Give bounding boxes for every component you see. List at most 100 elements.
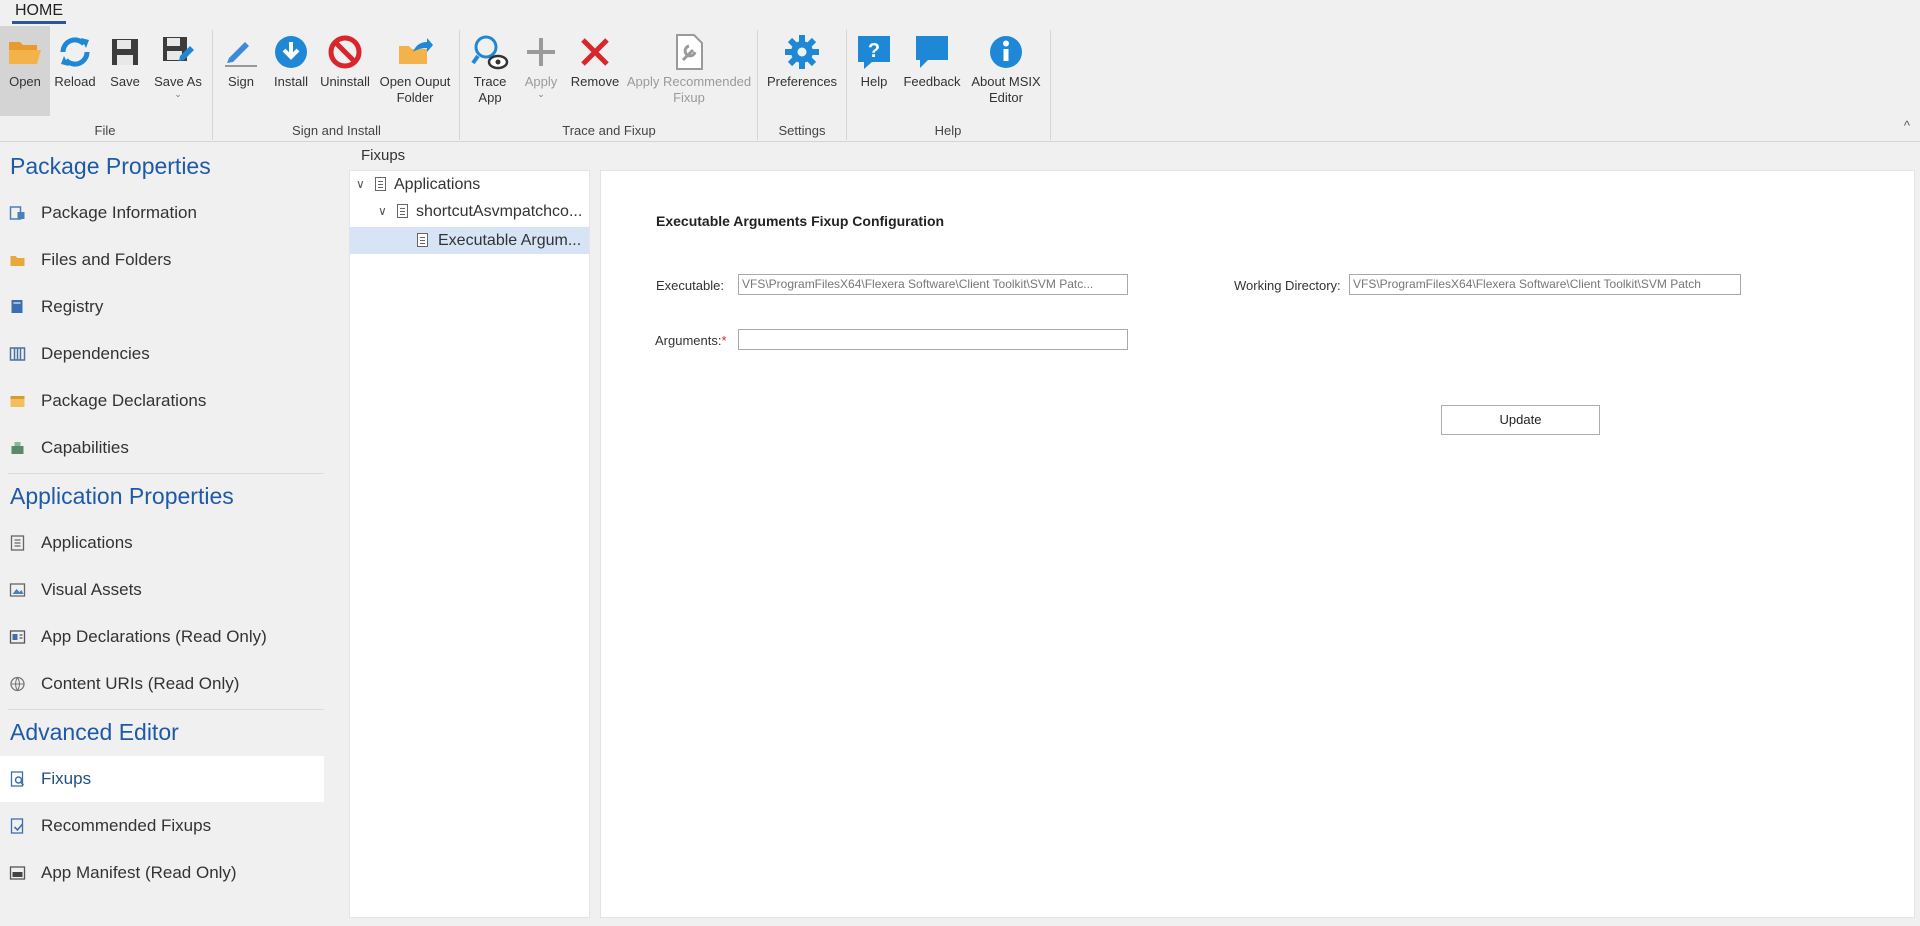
nav-item-dependencies[interactable]: Dependencies <box>0 331 324 377</box>
install-button[interactable]: Install <box>268 26 314 116</box>
help-button[interactable]: ? Help <box>852 26 896 116</box>
nav-item-package-information[interactable]: Package Information <box>0 190 324 236</box>
dependencies-icon <box>9 347 26 361</box>
apply-rec-label-line1: Apply Recommended <box>626 74 752 89</box>
help-label: Help <box>860 74 888 89</box>
folder-icon <box>10 256 25 266</box>
nav-item-label: Content URIs (Read Only) <box>41 674 240 693</box>
nav-item-content-uris[interactable]: Content URIs (Read Only) <box>0 661 324 707</box>
open-button[interactable]: Open <box>0 26 50 116</box>
document-icon <box>375 177 386 191</box>
nav-item-registry[interactable]: Registry <box>0 284 324 330</box>
preferences-button[interactable]: Preferences <box>763 26 841 116</box>
nav-item-label: Files and Folders <box>41 250 172 269</box>
nav-item-recommended-fixups[interactable]: Recommended Fixups <box>0 803 324 849</box>
preferences-label: Preferences <box>766 74 838 89</box>
executable-field[interactable]: VFS\ProgramFilesX64\Flexera Software\Cli… <box>738 274 1128 295</box>
sign-button[interactable]: Sign <box>218 26 264 116</box>
update-button[interactable]: Update <box>1441 405 1600 435</box>
executable-label: Executable: <box>656 278 724 293</box>
group-label-trace-fixup: Trace and Fixup <box>562 123 656 138</box>
tree-node-applications[interactable]: ∨ Applications <box>350 171 589 198</box>
feedback-button[interactable]: Feedback <box>900 26 964 116</box>
chevron-down-icon[interactable]: ∨ <box>356 171 365 198</box>
uninstall-icon <box>328 35 362 69</box>
reload-icon <box>60 37 90 67</box>
ribbon: Open Reload Save Save As ⌄ File Sign Ins… <box>0 26 1920 142</box>
group-divider <box>459 30 460 140</box>
globe-icon <box>10 676 25 692</box>
reload-button[interactable]: Reload <box>52 26 98 116</box>
required-marker: * <box>721 333 727 348</box>
remove-button[interactable]: Remove <box>567 26 623 116</box>
recommended-fixups-icon <box>10 818 24 834</box>
open-output-folder-icon <box>399 38 433 64</box>
panel-title: Fixups <box>361 147 406 164</box>
install-label: Install <box>274 74 308 89</box>
nav-item-visual-assets[interactable]: Visual Assets <box>0 567 324 613</box>
nav-item-label: Visual Assets <box>41 580 142 599</box>
group-label-sign-install: Sign and Install <box>292 123 381 138</box>
apply-label: Apply <box>524 74 558 89</box>
open-output-folder-button[interactable]: Open Ouput Folder <box>376 26 454 116</box>
visual-assets-icon <box>9 583 26 597</box>
apply-recommended-fixup-button[interactable]: Apply Recommended Fixup <box>625 26 753 116</box>
left-navigation: Package Properties Package Information F… <box>0 143 345 926</box>
tree-node-shortcut[interactable]: ∨ shortcutAsvmpatchco... <box>350 198 589 225</box>
chevron-down-icon: ⌄ <box>537 89 545 99</box>
open-output-label-line1: Open Ouput <box>379 74 451 89</box>
arguments-label: Arguments:* <box>655 333 727 348</box>
fixups-icon <box>10 771 25 787</box>
ribbon-tab-bar: HOME <box>0 0 1920 26</box>
nav-item-app-declarations[interactable]: App Declarations (Read Only) <box>0 614 324 660</box>
nav-item-applications[interactable]: Applications <box>0 520 324 566</box>
ribbon-group-help: ? Help Feedback About MSIX Editor Help <box>848 26 1048 142</box>
group-divider <box>757 30 758 140</box>
trace-app-button[interactable]: Trace App <box>463 26 517 116</box>
group-label-help: Help <box>934 123 962 138</box>
open-output-label-line2: Folder <box>396 90 434 105</box>
feedback-label: Feedback <box>903 74 961 89</box>
nav-item-label: Recommended Fixups <box>41 816 212 835</box>
arguments-input[interactable] <box>738 329 1128 350</box>
nav-item-label: Fixups <box>41 769 92 788</box>
tab-home[interactable]: HOME <box>12 0 66 24</box>
nav-header-application-properties: Application Properties <box>10 483 234 509</box>
reload-label: Reload <box>54 74 96 89</box>
sign-pen-icon <box>225 42 257 67</box>
package-info-icon <box>9 206 25 220</box>
group-divider <box>846 30 847 140</box>
nav-item-label: Dependencies <box>41 344 150 363</box>
nav-item-capabilities[interactable]: Capabilities <box>0 425 324 471</box>
config-title: Executable Arguments Fixup Configuration <box>656 213 945 229</box>
ribbon-group-file: Open Reload Save Save As ⌄ File <box>0 26 210 142</box>
nav-item-files-and-folders[interactable]: Files and Folders <box>0 237 324 283</box>
about-button[interactable]: About MSIX Editor <box>968 26 1044 116</box>
tree-node-label: Executable Argum... <box>438 232 582 249</box>
sign-label: Sign <box>227 74 255 89</box>
nav-item-package-declarations[interactable]: Package Declarations <box>0 378 324 424</box>
uninstall-button[interactable]: Uninstall <box>318 26 372 116</box>
save-button[interactable]: Save <box>102 26 148 116</box>
app-declarations-icon <box>9 630 26 644</box>
nav-item-app-manifest[interactable]: App Manifest (Read Only) <box>0 850 324 896</box>
group-label-settings: Settings <box>778 123 826 138</box>
install-icon <box>275 36 307 68</box>
working-directory-field[interactable]: VFS\ProgramFilesX64\Flexera Software\Cli… <box>1349 274 1741 295</box>
chevron-down-icon: ⌄ <box>174 89 182 99</box>
ribbon-group-trace-fixup: Trace App Apply ⌄ Remove Apply Recommend… <box>461 26 757 142</box>
apply-button[interactable]: Apply ⌄ <box>519 26 563 116</box>
document-icon <box>417 233 428 247</box>
save-as-button[interactable]: Save As ⌄ <box>150 26 206 116</box>
nav-divider <box>8 473 324 474</box>
recommended-fixup-icon <box>676 34 703 70</box>
nav-header-advanced-editor: Advanced Editor <box>10 719 179 745</box>
about-label-line2: Editor <box>989 90 1023 105</box>
tree-node-executable-arguments[interactable]: Executable Argum... <box>350 227 589 254</box>
nav-item-fixups[interactable]: Fixups <box>0 756 324 802</box>
package-declarations-icon <box>10 396 25 407</box>
collapse-ribbon-button[interactable]: ^ <box>1904 118 1910 133</box>
working-directory-label: Working Directory: <box>1234 278 1341 293</box>
tree-node-label: Applications <box>394 176 481 193</box>
chevron-down-icon[interactable]: ∨ <box>378 198 387 225</box>
